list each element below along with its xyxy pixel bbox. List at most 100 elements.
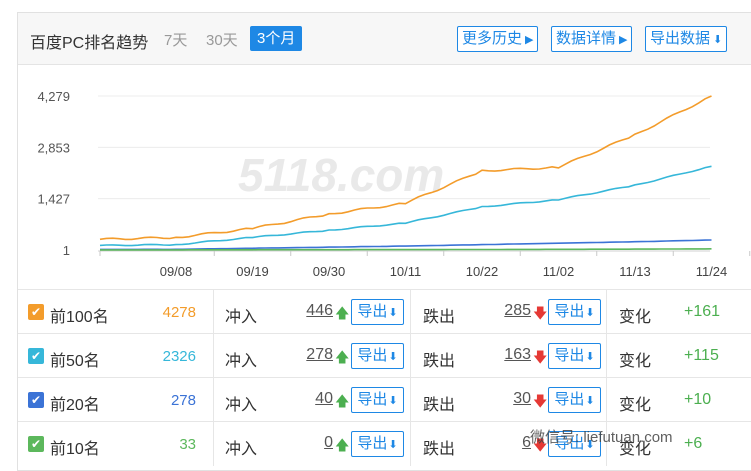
out-label: 跌出	[423, 397, 456, 414]
y-tick-label: 2,853	[37, 140, 70, 155]
download-icon: ⬇	[585, 307, 595, 319]
row-checkbox[interactable]: ✔	[28, 436, 44, 452]
change-label: 变化	[619, 353, 652, 370]
row-checkbox[interactable]: ✔	[28, 348, 44, 364]
tab-7-days[interactable]: 7天	[164, 29, 187, 50]
download-icon: ⬇	[585, 395, 595, 407]
out-count-link[interactable]: 285	[504, 302, 531, 320]
ranking-trend-panel: 百度PC排名趋势 7天 30天 3个月 更多历史 ▶ 数据详情 ▶ 导出数据 ⬇ 51…	[17, 12, 751, 471]
export-label: 导出	[357, 435, 388, 452]
in-count-link[interactable]: 40	[315, 390, 333, 408]
table-row: ✔ 前100名 4278 冲入 446 🡅 导出⬇ 跌出 285 🡇 导出⬇ 变…	[18, 289, 751, 334]
down-arrow-icon: 🡇	[533, 349, 548, 365]
row-name: 前20名	[50, 397, 100, 414]
in-count-link[interactable]: 278	[306, 346, 333, 364]
export-label: 导出	[554, 391, 585, 408]
caret-right-icon: ▶	[619, 34, 628, 46]
table-row: ✔ 前20名 278 冲入 40 🡅 导出⬇ 跌出 30 🡇 导出⬇ 变化 +1…	[18, 377, 751, 422]
tab-30-days[interactable]: 30天	[206, 29, 238, 50]
panel-header: 百度PC排名趋势 7天 30天 3个月 更多历史 ▶ 数据详情 ▶ 导出数据 ⬇	[18, 13, 751, 65]
column-divider	[213, 290, 214, 334]
panel-title: 百度PC排名趋势	[30, 35, 149, 52]
download-icon: ⬇	[388, 395, 398, 407]
column-divider	[606, 378, 607, 422]
up-arrow-icon: 🡅	[335, 437, 350, 453]
export-label: 导出	[554, 303, 585, 320]
in-label: 冲入	[225, 441, 258, 458]
export-label: 导出	[357, 391, 388, 408]
data-details-button[interactable]: 数据详情 ▶	[551, 26, 633, 52]
change-label: 变化	[619, 397, 652, 414]
in-count-link[interactable]: 446	[306, 302, 333, 320]
in-label: 冲入	[225, 309, 258, 326]
export-data-button[interactable]: 导出数据 ⬇	[645, 26, 728, 52]
out-count-link[interactable]: 163	[504, 346, 531, 364]
download-icon: ⬇	[585, 351, 595, 363]
down-arrow-icon: 🡇	[533, 305, 548, 321]
x-tick-label: 10/22	[466, 264, 499, 279]
export-out-button[interactable]: 导出⬇	[548, 387, 601, 413]
change-value: +10	[684, 391, 712, 408]
in-count-link[interactable]: 0	[324, 434, 333, 452]
trend-line-chart: 5118.com 4,279 2,853 1,427 1 09/08 09/19 09/30 1…	[37, 89, 751, 279]
more-history-button[interactable]: 更多历史 ▶	[457, 26, 539, 52]
down-arrow-icon: 🡇	[533, 393, 548, 409]
table-row: ✔ 前50名 2326 冲入 278 🡅 导出⬇ 跌出 163 🡇 导出⬇ 变化…	[18, 333, 751, 378]
change-value: +115	[684, 347, 719, 364]
tab-3-months[interactable]: 3个月	[250, 26, 303, 51]
row-name: 前10名	[50, 441, 100, 458]
out-label: 跌出	[423, 353, 456, 370]
row-count: 33	[179, 436, 196, 453]
x-tick-label: 11/02	[543, 264, 575, 279]
column-divider	[606, 334, 607, 378]
more-history-label: 更多历史	[462, 30, 523, 47]
column-divider	[213, 422, 214, 466]
x-tick-label: 11/24	[696, 264, 728, 279]
wechat-watermark: 微信号: liefutuan.com	[530, 429, 673, 446]
row-count: 2326	[162, 348, 196, 365]
export-label: 导出	[357, 347, 388, 364]
row-count: 4278	[162, 304, 196, 321]
up-arrow-icon: 🡅	[335, 393, 350, 409]
row-checkbox[interactable]: ✔	[28, 304, 44, 320]
y-tick-label: 1	[63, 243, 70, 258]
download-icon: ⬇	[713, 34, 723, 46]
up-arrow-icon: 🡅	[335, 305, 350, 321]
export-in-button[interactable]: 导出⬇	[351, 431, 404, 457]
row-count: 278	[170, 392, 196, 409]
column-divider	[213, 378, 214, 422]
in-label: 冲入	[225, 353, 258, 370]
download-icon: ⬇	[388, 439, 398, 451]
row-name: 前100名	[50, 309, 109, 326]
x-tick-label: 09/08	[160, 264, 193, 279]
change-value: +161	[684, 303, 721, 320]
export-in-button[interactable]: 导出⬇	[351, 343, 404, 369]
change-label: 变化	[619, 309, 652, 326]
download-icon: ⬇	[388, 307, 398, 319]
x-tick-label: 10/11	[390, 264, 422, 279]
caret-right-icon: ▶	[525, 34, 534, 46]
out-label: 跌出	[423, 309, 456, 326]
series-line	[100, 239, 712, 251]
export-data-label: 导出数据	[650, 30, 711, 47]
export-out-button[interactable]: 导出⬇	[548, 299, 601, 325]
column-divider	[410, 290, 411, 334]
row-checkbox[interactable]: ✔	[28, 392, 44, 408]
x-tick-label: 09/19	[236, 264, 269, 279]
y-tick-label: 4,279	[37, 89, 70, 104]
column-divider	[606, 290, 607, 334]
x-tick-label: 11/13	[619, 264, 651, 279]
change-value: +6	[684, 435, 703, 452]
export-in-button[interactable]: 导出⬇	[351, 299, 404, 325]
x-tick-label: 09/30	[313, 264, 346, 279]
column-divider	[410, 378, 411, 422]
column-divider	[410, 422, 411, 466]
column-divider	[410, 334, 411, 378]
chart-watermark: 5118.com	[238, 149, 444, 201]
export-in-button[interactable]: 导出⬇	[351, 387, 404, 413]
data-details-label: 数据详情	[556, 30, 617, 47]
in-label: 冲入	[225, 397, 258, 414]
out-count-link[interactable]: 30	[513, 390, 531, 408]
export-out-button[interactable]: 导出⬇	[548, 343, 601, 369]
export-label: 导出	[357, 303, 388, 320]
